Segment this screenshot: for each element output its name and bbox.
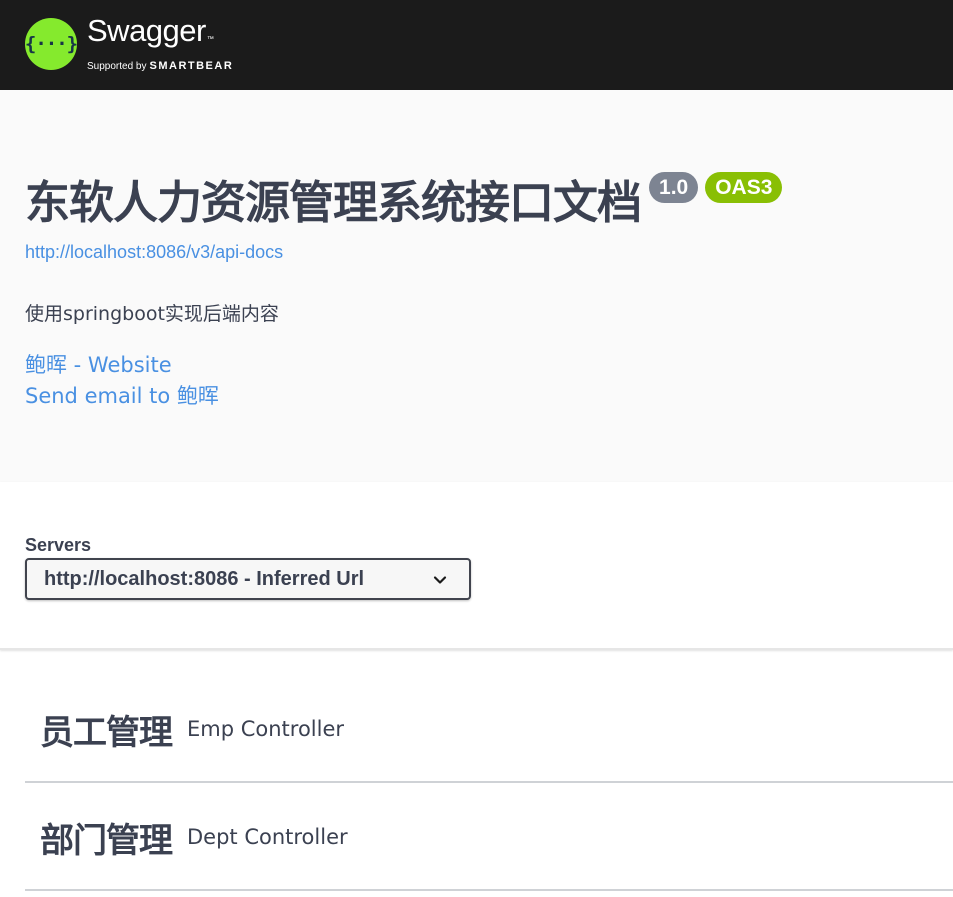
servers-label: Servers (25, 535, 92, 555)
servers-select-value: http://localhost:8086 - Inferred Url (44, 567, 365, 590)
contact-email-link[interactable]: Send email to 鲍晖 (25, 380, 219, 410)
logo-text: Swagger™ Supported by SMARTBEAR (87, 15, 233, 73)
tag-section-emp[interactable]: 员工管理 Emp Controller (25, 677, 953, 783)
topbar: {···} Swagger™ Supported by SMARTBEAR (0, 0, 953, 90)
logo-brand-text: SMARTBEAR (149, 60, 234, 72)
logo-supported-text: Supported by (87, 61, 147, 72)
chevron-down-icon (433, 576, 447, 584)
tag-name: 部门管理 (40, 820, 173, 861)
logo-symbol: {···} (24, 33, 78, 55)
title-row: 东软人力资源管理系统接口文档 1.0 OAS3 (25, 170, 783, 236)
tag-description: Dept Controller (187, 825, 348, 849)
page-title: 东软人力资源管理系统接口文档 (25, 176, 642, 229)
swagger-logo-icon: {···} (24, 18, 78, 70)
tag-description: Emp Controller (187, 717, 345, 741)
api-description: 使用springboot实现后端内容 (25, 303, 279, 325)
tag-name: 员工管理 (40, 712, 173, 753)
logo-name: Swagger™ (87, 15, 233, 56)
logo-subtitle: Supported by SMARTBEAR (87, 60, 233, 73)
servers-select[interactable]: http://localhost:8086 - Inferred Url (25, 558, 471, 600)
api-docs-link[interactable]: http://localhost:8086/v3/api-docs (25, 242, 283, 263)
logo-trademark: ™ (206, 36, 214, 43)
tag-section-dept[interactable]: 部门管理 Dept Controller (25, 785, 953, 891)
oas-badge: OAS3 (705, 172, 783, 203)
swagger-logo-link[interactable]: {···} Swagger™ Supported by SMARTBEAR (25, 15, 233, 73)
servers-section: Servers http://localhost:8086 - Inferred… (0, 482, 953, 650)
contact-website-link[interactable]: 鲍晖 - Website (25, 349, 172, 379)
version-badge: 1.0 (649, 172, 699, 203)
logo-name-text: Swagger (87, 13, 206, 48)
info-section: 东软人力资源管理系统接口文档 1.0 OAS3 http://localhost… (0, 90, 953, 482)
